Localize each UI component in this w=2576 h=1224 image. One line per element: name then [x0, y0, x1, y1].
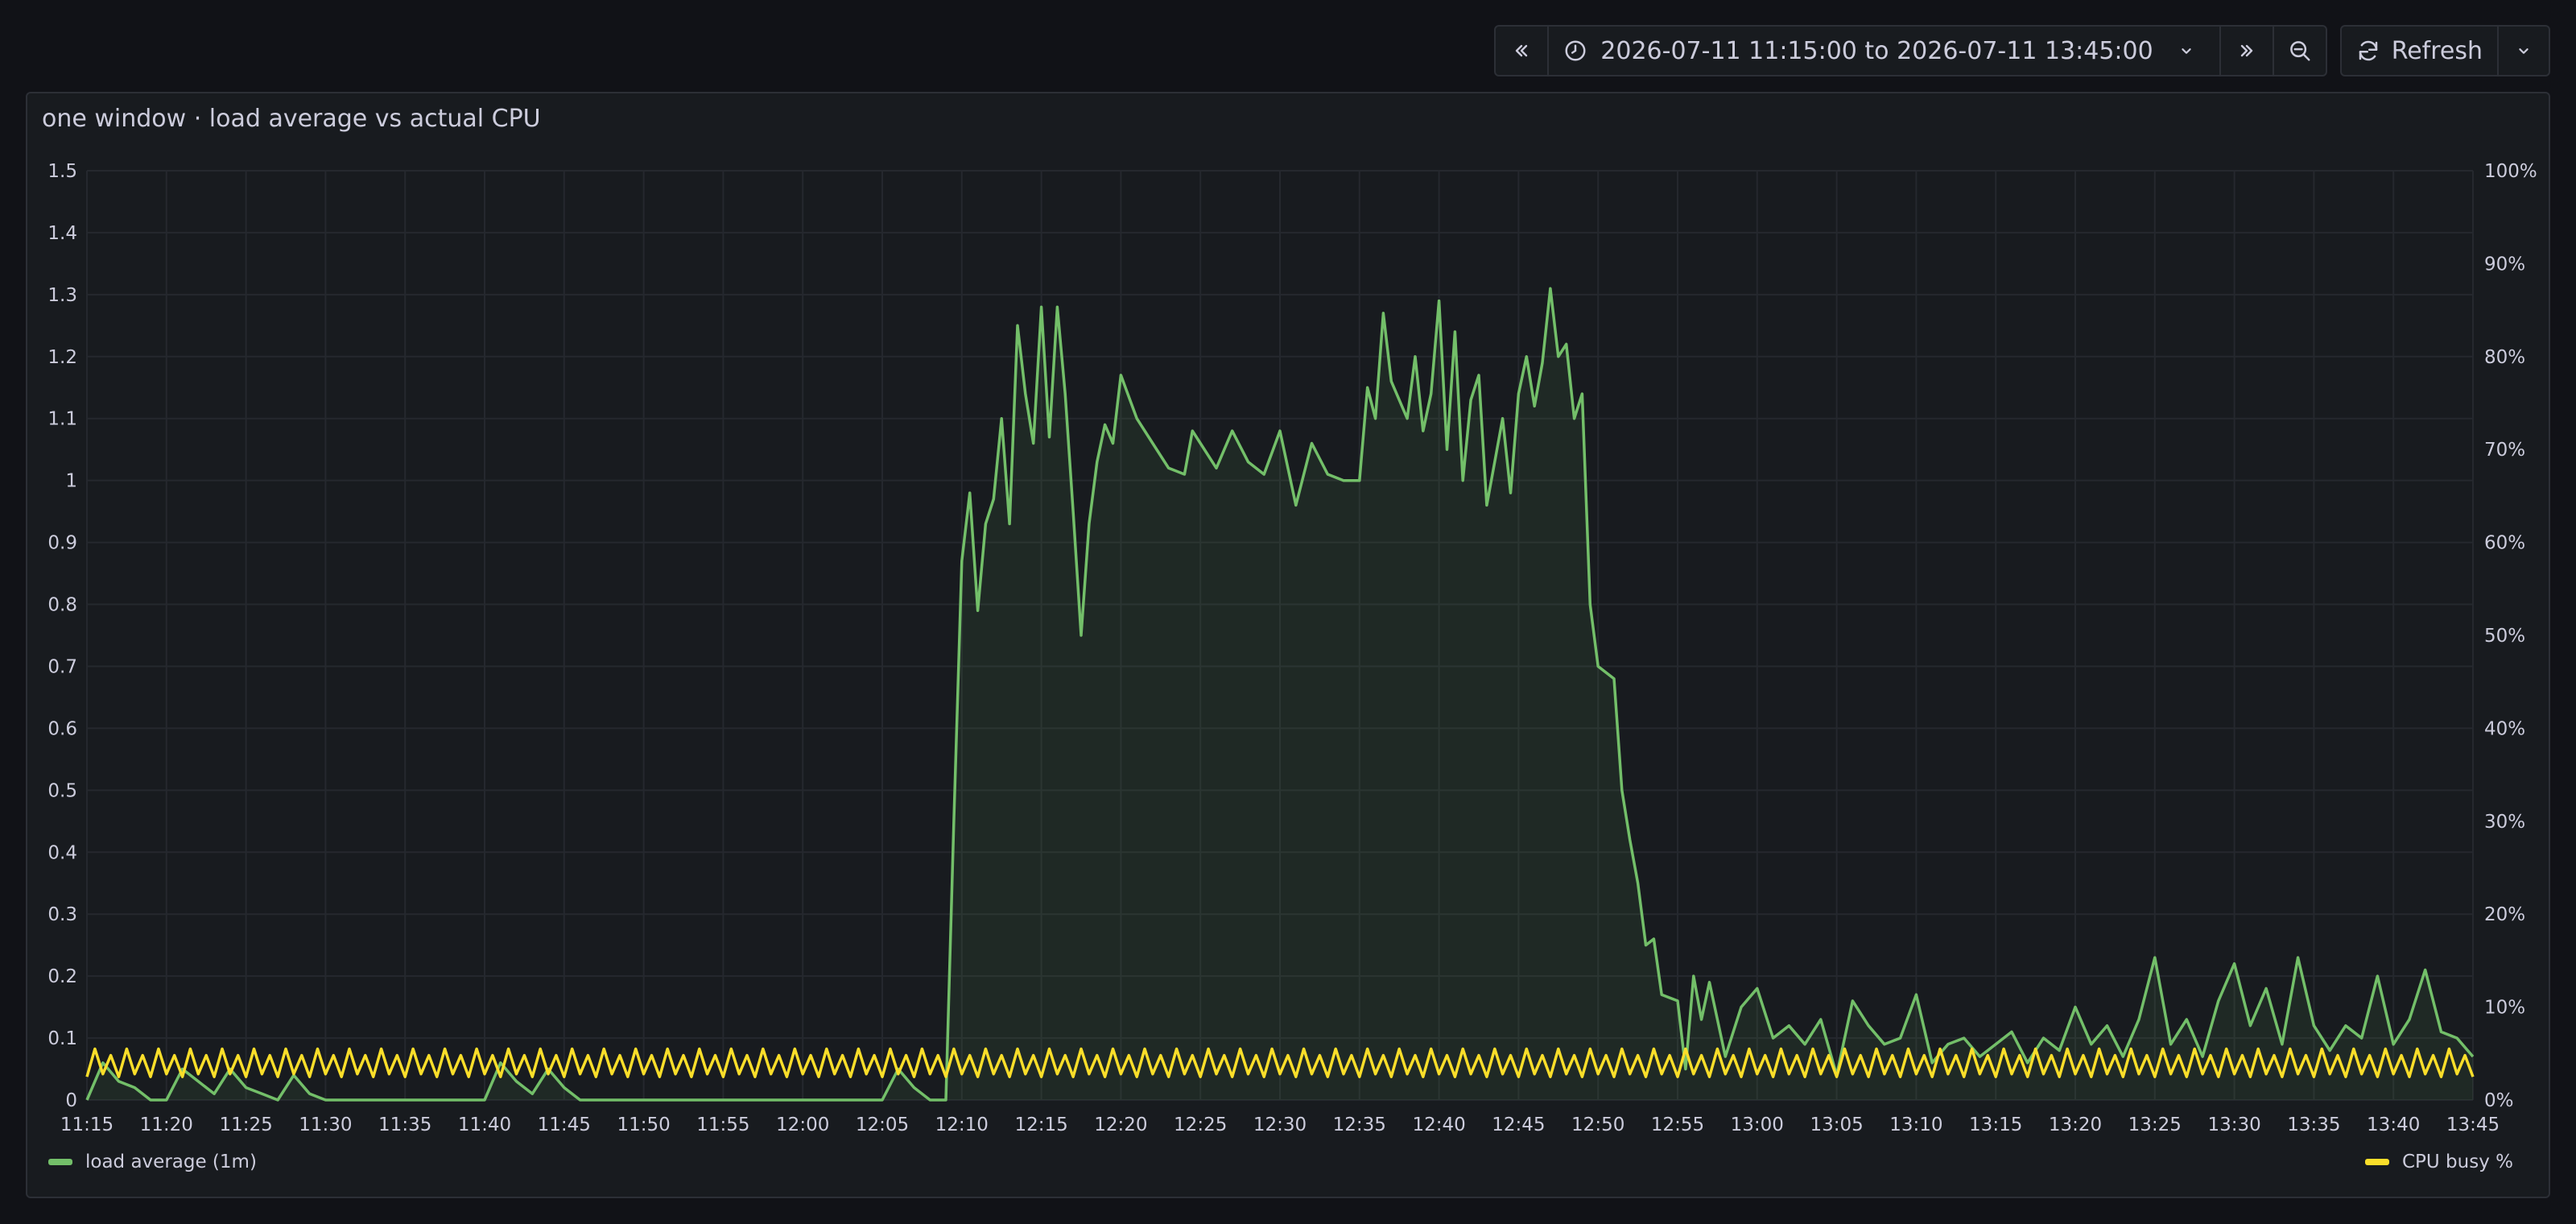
- x-tick-label: 11:30: [299, 1114, 352, 1135]
- zoom-out-icon: [2289, 41, 2310, 61]
- x-tick-label: 13:15: [1969, 1114, 2022, 1135]
- zoom-out-button[interactable]: [2274, 27, 2326, 75]
- refresh-group: Refresh: [2339, 25, 2550, 76]
- clock-icon: [1565, 40, 1586, 61]
- y-right-tick-label: 60%: [2484, 533, 2525, 554]
- y-left-tick-label: 1.4: [47, 223, 77, 244]
- y-right-tick-label: 80%: [2484, 347, 2525, 368]
- x-tick-label: 13:20: [2049, 1114, 2102, 1135]
- x-tick-label: 13:35: [2287, 1114, 2340, 1135]
- y-left-tick-label: 0.7: [47, 656, 77, 677]
- x-tick-label: 11:25: [219, 1114, 272, 1135]
- y-left-tick-label: 0.9: [47, 533, 77, 554]
- y-right-tick-label: 90%: [2484, 254, 2525, 275]
- refresh-icon: [2359, 40, 2377, 61]
- y-right-tick-label: 70%: [2484, 440, 2525, 461]
- x-tick-label: 12:50: [1571, 1114, 1624, 1135]
- y-left-tick-label: 1.2: [47, 347, 77, 368]
- x-tick-label: 13:05: [1810, 1114, 1863, 1135]
- y-left-tick-label: 0.1: [47, 1028, 77, 1049]
- y-left-tick-label: 0: [65, 1090, 77, 1111]
- y-right-tick-label: 50%: [2484, 626, 2525, 647]
- x-tick-label: 12:45: [1492, 1114, 1545, 1135]
- chevron-down-icon: [2519, 48, 2529, 54]
- refresh-button[interactable]: Refresh: [2342, 27, 2499, 75]
- x-tick-label: 11:20: [140, 1114, 193, 1135]
- legend-item-cpu[interactable]: CPU busy %: [2364, 1152, 2513, 1172]
- refresh-interval-dropdown[interactable]: [2499, 27, 2549, 75]
- y-right-tick-label: 30%: [2484, 812, 2525, 833]
- y-left-tick-label: 1.1: [47, 409, 77, 430]
- shift-back-button[interactable]: [1496, 27, 1550, 75]
- y-left-tick-label: 0.2: [47, 966, 77, 987]
- y-left-tick-label: 1: [65, 471, 77, 492]
- x-tick-label: 12:35: [1333, 1114, 1386, 1135]
- legend-item-load[interactable]: load average (1m): [48, 1152, 257, 1172]
- legend-label-cpu: CPU busy %: [2401, 1152, 2513, 1172]
- legend-swatch-load: [48, 1159, 72, 1165]
- refresh-label: Refresh: [2391, 36, 2483, 65]
- x-tick-label: 11:35: [378, 1114, 431, 1135]
- time-range-picker[interactable]: 2026-07-11 11:15:00 to 2026-07-11 13:45:…: [1549, 27, 2221, 75]
- double-chevron-right-icon: [2240, 44, 2252, 57]
- y-right-tick-label: 0%: [2484, 1090, 2514, 1111]
- x-tick-label: 11:55: [696, 1114, 749, 1135]
- y-right-tick-label: 20%: [2484, 904, 2525, 925]
- legend-swatch-cpu: [2364, 1159, 2389, 1165]
- x-tick-label: 12:15: [1014, 1114, 1067, 1135]
- x-tick-label: 12:55: [1651, 1114, 1704, 1135]
- chart-panel: one window · load average vs actual CPU …: [26, 92, 2550, 1198]
- x-tick-label: 12:20: [1094, 1114, 1147, 1135]
- x-tick-label: 13:30: [2207, 1114, 2260, 1135]
- x-tick-label: 13:45: [2446, 1114, 2500, 1135]
- x-tick-label: 13:10: [1889, 1114, 1942, 1135]
- time-range-label: 2026-07-11 11:15:00 to 2026-07-11 13:45:…: [1600, 36, 2153, 65]
- x-tick-label: 12:05: [856, 1114, 909, 1135]
- x-tick-label: 13:25: [2128, 1114, 2182, 1135]
- y-left-tick-label: 1.5: [47, 161, 77, 182]
- x-tick-label: 11:40: [458, 1114, 511, 1135]
- x-tick-label: 12:40: [1412, 1114, 1465, 1135]
- y-right-tick-label: 100%: [2484, 161, 2537, 182]
- x-tick-label: 11:15: [60, 1114, 114, 1135]
- y-left-tick-label: 0.8: [47, 595, 77, 616]
- y-right-tick-label: 40%: [2484, 718, 2525, 739]
- time-toolbar: 2026-07-11 11:15:00 to 2026-07-11 13:45:…: [1494, 25, 2550, 76]
- shift-forward-button[interactable]: [2221, 27, 2274, 75]
- double-chevron-left-icon: [1516, 44, 1528, 57]
- y-left-tick-label: 0.6: [47, 718, 77, 739]
- x-tick-label: 11:50: [617, 1114, 670, 1135]
- y-left-tick-label: 1.3: [47, 285, 77, 306]
- y-left-tick-label: 0.4: [47, 842, 77, 863]
- chevron-down-icon: [2182, 48, 2191, 54]
- timeseries-chart[interactable]: 11:15 11:20 11:25 11:30 11:35 11:40 11:45 11:50…: [27, 93, 2549, 1197]
- x-tick-label: 12:30: [1253, 1114, 1307, 1135]
- y-right-tick-label: 10%: [2484, 998, 2525, 1019]
- x-tick-label: 12:00: [776, 1114, 829, 1135]
- x-tick-label: 12:10: [935, 1114, 989, 1135]
- x-tick-label: 13:00: [1731, 1114, 1784, 1135]
- time-range-group: 2026-07-11 11:15:00 to 2026-07-11 13:45:…: [1494, 25, 2327, 76]
- x-tick-label: 12:25: [1174, 1114, 1227, 1135]
- x-tick-label: 11:45: [538, 1114, 591, 1135]
- x-tick-label: 13:40: [2367, 1114, 2420, 1135]
- y-left-tick-label: 0.3: [47, 904, 77, 925]
- legend-label-load: load average (1m): [85, 1152, 257, 1172]
- y-left-tick-label: 0.5: [47, 780, 77, 801]
